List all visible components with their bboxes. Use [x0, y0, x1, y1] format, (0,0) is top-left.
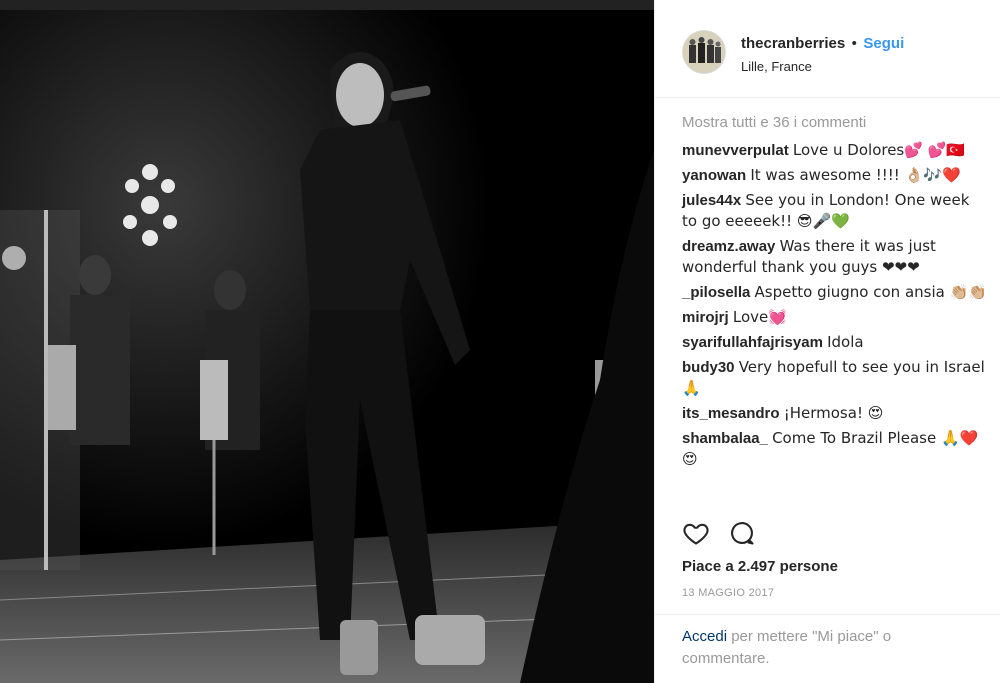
- avatar[interactable]: [682, 30, 726, 74]
- comment-username[interactable]: budy30: [682, 359, 735, 376]
- comment-username[interactable]: mirojrj: [682, 309, 729, 326]
- post-sidebar: thecranberries • Segui Lille, France Mos…: [654, 0, 1000, 683]
- heart-icon[interactable]: [682, 519, 710, 547]
- comment-username[interactable]: yanowan: [682, 167, 746, 184]
- comment-text: ¡Hermosa! 😍: [783, 404, 884, 422]
- show-all-comments-link[interactable]: Mostra tutti e 36 i commenti: [682, 114, 987, 131]
- post-username[interactable]: thecranberries: [741, 35, 845, 52]
- post-date: 13 MAGGIO 2017: [682, 587, 775, 599]
- speech-bubble-icon[interactable]: [728, 519, 756, 547]
- post-location[interactable]: Lille, France: [741, 59, 904, 74]
- divider: [655, 614, 1000, 615]
- comment-username[interactable]: dreamz.away: [682, 238, 775, 255]
- comment: shambalaa_ Come To Brazil Please 🙏❤️😍: [682, 428, 987, 470]
- comment-username[interactable]: _pilosella: [682, 284, 750, 301]
- comment-username[interactable]: munevverpulat: [682, 142, 789, 159]
- comment: jules44x See you in London! One week to …: [682, 190, 987, 232]
- comment-username[interactable]: syarifullahfajrisyam: [682, 334, 823, 351]
- band-avatar-icon: [683, 31, 725, 73]
- concert-photo-image: [0, 0, 654, 683]
- post-photo[interactable]: [0, 0, 654, 683]
- separator-dot: •: [851, 35, 857, 52]
- comment: budy30 Very hopefull to see you in Israe…: [682, 357, 987, 399]
- comment: yanowan It was awesome !!!! 👌🏼🎶❤️: [682, 165, 987, 186]
- login-link[interactable]: Accedi: [682, 628, 727, 645]
- comment: _pilosella Aspetto giugno con ansia 👏🏼👏🏼: [682, 282, 987, 303]
- follow-button[interactable]: Segui: [863, 35, 904, 52]
- post-header: thecranberries • Segui Lille, France: [655, 0, 1000, 98]
- comment: dreamz.away Was there it was just wonder…: [682, 236, 987, 278]
- comments-list: Mostra tutti e 36 i commenti munevverpul…: [682, 114, 987, 474]
- comment: mirojrj Love💓: [682, 307, 987, 328]
- comment: its_mesandro ¡Hermosa! 😍: [682, 403, 987, 424]
- comment-text: It was awesome !!!! 👌🏼🎶❤️: [750, 166, 961, 184]
- comment: munevverpulat Love u Dolores💕 💕🇹🇷: [682, 140, 987, 161]
- post-actions: Piace a 2.497 persone 13 MAGGIO 2017: [682, 518, 987, 599]
- likes-count[interactable]: Piace a 2.497 persone: [682, 558, 987, 575]
- comment-username[interactable]: shambalaa_: [682, 430, 768, 447]
- comment-text: Idola: [827, 333, 864, 351]
- comment-text: Love u Dolores💕 💕🇹🇷: [792, 141, 966, 159]
- comment: syarifullahfajrisyam Idola: [682, 332, 987, 353]
- comment-text: Love💓: [732, 308, 787, 326]
- login-prompt: Accedi per mettere "Mi piace" o commenta…: [682, 626, 982, 670]
- comment-username[interactable]: jules44x: [682, 192, 741, 209]
- comment-text: Aspetto giugno con ansia 👏🏼👏🏼: [754, 283, 987, 301]
- comment-username[interactable]: its_mesandro: [682, 405, 780, 422]
